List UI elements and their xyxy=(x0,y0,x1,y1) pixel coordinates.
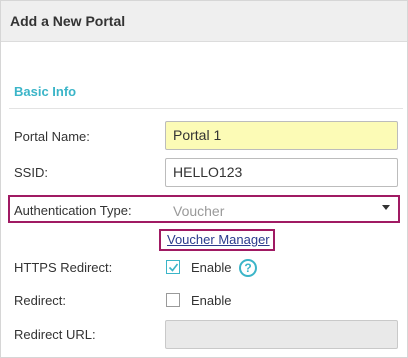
redirect-checkbox[interactable] xyxy=(166,293,180,307)
authentication-type-row: Authentication Type: Voucher xyxy=(8,195,400,223)
redirect-label: Redirect: xyxy=(14,293,67,308)
dialog-header: Add a New Portal xyxy=(1,1,407,42)
https-redirect-label: HTTPS Redirect: xyxy=(14,260,113,275)
https-redirect-enable-label: Enable xyxy=(191,260,232,275)
redirect-url-label: Redirect URL: xyxy=(14,327,96,342)
portal-name-input[interactable]: Portal 1 xyxy=(165,121,398,150)
authentication-type-select[interactable]: Voucher xyxy=(173,203,224,219)
voucher-manager-highlight: Voucher Manager xyxy=(159,229,275,251)
redirect-enable-label: Enable xyxy=(191,293,232,308)
question-circle-icon[interactable]: ? xyxy=(239,259,257,277)
redirect-url-input[interactable] xyxy=(165,320,398,349)
https-redirect-checkbox[interactable] xyxy=(166,260,180,274)
add-portal-dialog: Add a New Portal Basic Info Portal Name:… xyxy=(0,0,408,358)
ssid-label: SSID: xyxy=(14,165,48,180)
section-divider xyxy=(9,108,403,109)
dialog-title: Add a New Portal xyxy=(10,13,126,29)
caret-down-icon[interactable] xyxy=(382,205,390,210)
voucher-manager-link[interactable]: Voucher Manager xyxy=(167,232,270,247)
portal-name-label: Portal Name: xyxy=(14,129,90,144)
authentication-type-label: Authentication Type: xyxy=(14,203,132,218)
section-title-basic-info: Basic Info xyxy=(14,84,77,99)
ssid-input[interactable]: HELLO123 xyxy=(165,158,398,187)
checkmark-icon xyxy=(168,263,179,272)
